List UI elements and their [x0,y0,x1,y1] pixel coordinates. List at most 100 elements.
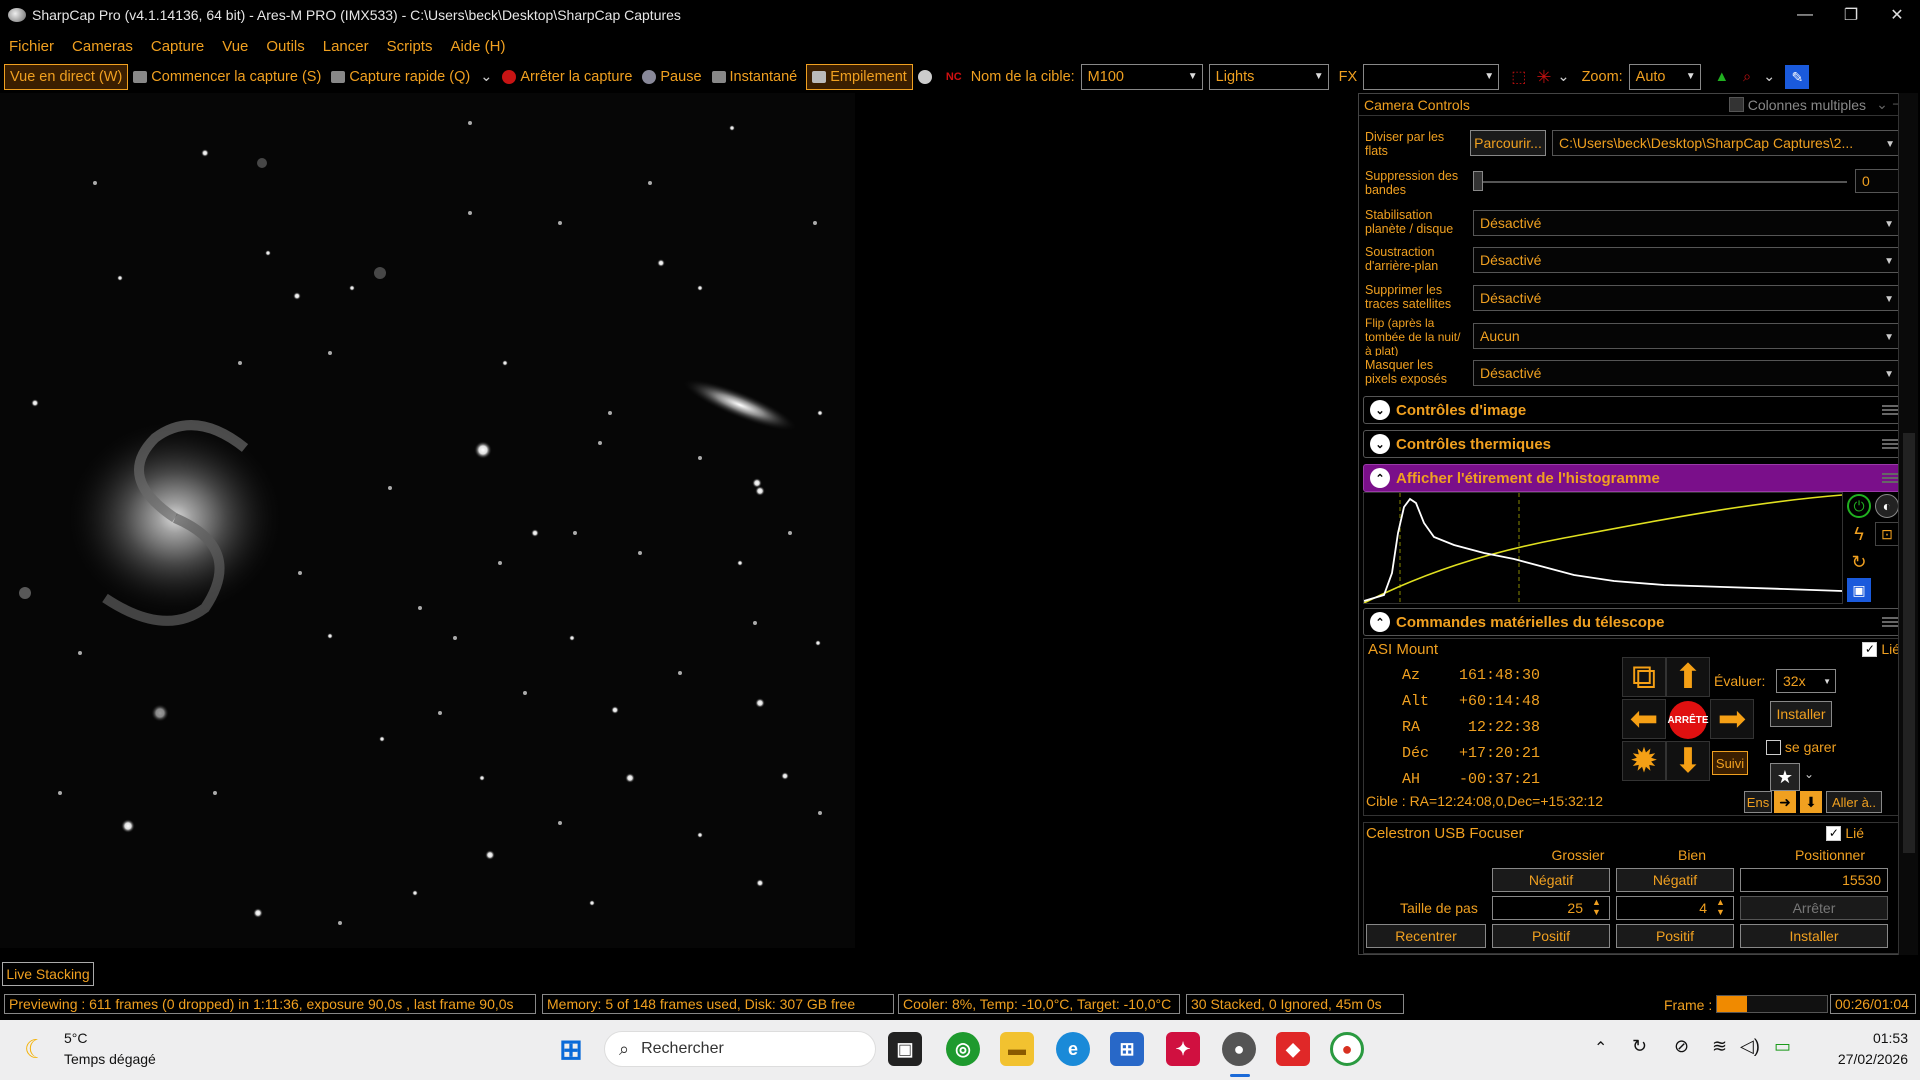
target-name-input[interactable]: M100 ▼ [1080,64,1203,90]
fine-step-spinner-icon[interactable]: ▲ ▼ [1716,897,1725,917]
reset-icon[interactable]: ↻ [1847,550,1871,574]
live-view-button[interactable]: Vue en direct (W) [4,64,129,90]
pin-icon[interactable]: ✎ [1785,65,1810,89]
menu-aide[interactable]: Aide (H) [441,38,514,55]
park-home-icon[interactable]: ⧉ [1622,657,1666,697]
clock-time[interactable]: 01:53 [1820,1030,1908,1046]
menu-icon[interactable] [1882,405,1898,415]
histogram-plot[interactable] [1363,492,1843,604]
pause-button[interactable]: Pause [637,64,706,90]
close-icon[interactable]: ✕ [1874,0,1920,30]
histogram-section[interactable]: ⌃ Afficher l'étirement de l'histogramme [1363,464,1907,492]
recenter-button[interactable]: Recentrer [1366,924,1486,948]
task-view-icon[interactable]: ▣ [888,1032,922,1066]
moon-weather-icon[interactable]: ☾ [24,1034,47,1065]
focuser-install-button[interactable]: Installer [1740,924,1888,948]
start-capture-button[interactable]: Commencer la capture (S) [128,64,326,90]
mount-linked-checkbox[interactable]: ✓ [1862,641,1878,657]
target-sun-icon[interactable]: ✹ [1622,741,1666,781]
chevron-down-icon[interactable]: ⌄ [1763,69,1775,85]
mount-install-button[interactable]: Installer [1770,701,1832,727]
arrow-down-icon[interactable]: ⬇ [1666,741,1710,781]
file-explorer-icon[interactable]: ▬ [1000,1032,1034,1066]
focuser-linked[interactable]: ✓ Lié [1826,825,1864,841]
chevron-up-icon[interactable]: ⌃ [1594,1038,1607,1058]
zoom-select[interactable]: Auto ▼ [1628,64,1701,90]
menu-icon[interactable] [1882,473,1898,483]
arrow-down-icon[interactable]: ⬇ [1800,791,1822,813]
menu-icon[interactable] [1882,617,1898,627]
menu-capture[interactable]: Capture [142,38,213,55]
app-green-icon[interactable]: ◎ [946,1032,980,1066]
planet-stabilization-select[interactable]: Désactivé ▼ [1473,210,1901,236]
edge-browser-icon[interactable]: e [1056,1032,1090,1066]
windows-start-icon[interactable]: ⊞ [554,1032,588,1066]
coarse-step-spinner-icon[interactable]: ▲ ▼ [1592,897,1601,917]
position-input[interactable]: 15530 [1740,868,1888,892]
fine-negative-button[interactable]: Négatif [1616,868,1734,892]
network-off-icon[interactable]: ⊘ [1674,1036,1689,1057]
goto-button[interactable]: Aller à.. [1826,791,1882,813]
mask-pixels-select[interactable]: Désactivé ▼ [1473,360,1901,386]
coarse-positive-button[interactable]: Positif [1492,924,1610,948]
menu-fichier[interactable]: Fichier [0,38,63,55]
fine-positive-button[interactable]: Positif [1616,924,1734,948]
focus-assist-icon[interactable]: ⌕ [1743,69,1751,85]
menu-scripts[interactable]: Scripts [378,38,442,55]
anydesk-icon[interactable]: ◆ [1276,1032,1310,1066]
mount-linked[interactable]: ✓ Lié [1862,641,1900,657]
focuser-stop-button[interactable]: Arrêter [1740,896,1888,920]
chrome-icon[interactable]: ● [1330,1032,1364,1066]
power-icon[interactable]: ⏻ [1847,494,1871,518]
lock-icon[interactable]: ⊡ [1875,522,1899,546]
weather-desc[interactable]: Temps dégagé [64,1051,156,1067]
battery-icon[interactable]: ▭ [1774,1036,1791,1057]
wifi-icon[interactable]: ≋ [1712,1036,1727,1057]
flats-path-select[interactable]: C:\Users\beck\Desktop\SharpCap Captures\… [1552,130,1902,156]
taskbar-search[interactable]: ⌕ Rechercher [604,1031,876,1067]
chevron-down-icon[interactable]: ⌄ [480,69,492,85]
arrow-right-icon[interactable]: ➡ [1710,699,1754,739]
coarse-negative-button[interactable]: Négatif [1492,868,1610,892]
sphere-button[interactable] [913,64,941,90]
stop-button[interactable]: ARRÊTE [1667,701,1709,739]
nc-button[interactable]: NC [941,64,967,90]
thermal-controls-section[interactable]: ⌄ Contrôles thermiques [1363,430,1907,458]
quick-capture-button[interactable]: Capture rapide (Q) ⌄ [326,64,497,90]
fx-select[interactable]: ▼ [1363,64,1500,90]
stacking-button[interactable]: Empilement [806,64,913,90]
multi-columns-checkbox[interactable] [1728,97,1744,112]
reticle-icon[interactable]: ⬚ [1511,67,1526,87]
menu-outils[interactable]: Outils [257,38,313,55]
live-stacking-tab[interactable]: Live Stacking [2,962,94,986]
lightning-icon[interactable]: ϟ [1847,522,1871,546]
banding-value-input[interactable]: 0 [1855,169,1901,193]
image-controls-section[interactable]: ⌄ Contrôles d'image [1363,396,1907,424]
maximize-icon[interactable]: ❐ [1828,0,1874,30]
minimize-icon[interactable]: — [1782,0,1828,30]
store-icon[interactable]: ⊞ [1110,1032,1144,1066]
ens-button[interactable]: Ens [1744,791,1772,813]
chevron-down-icon[interactable]: ⌄ [1557,69,1569,85]
background-subtraction-select[interactable]: Désactivé ▼ [1473,247,1901,273]
scrollbar-thumb[interactable] [1903,433,1915,853]
arrow-right-icon[interactable]: ➜ [1774,791,1796,813]
track-button[interactable]: Suivi [1712,751,1748,775]
menu-icon[interactable] [1882,439,1898,449]
clock-date[interactable]: 27/02/2026 [1820,1051,1908,1067]
arrow-up-icon[interactable]: ⬆ [1666,657,1710,697]
star-icon[interactable]: ★ [1770,763,1800,791]
app-red-icon[interactable]: ✦ [1166,1032,1200,1066]
park-checkbox[interactable] [1766,739,1781,755]
menu-vue[interactable]: Vue [213,38,257,55]
crosshair-icon[interactable]: ✳ [1536,67,1551,88]
flip-select[interactable]: Aucun ▼ [1473,323,1901,349]
banding-slider-track[interactable] [1475,181,1847,183]
park-toggle[interactable]: se garer [1766,739,1836,755]
weather-temp[interactable]: 5°C [64,1030,88,1046]
menu-cameras[interactable]: Cameras [63,38,142,55]
multi-columns-toggle[interactable]: Colonnes multiples⌄⊣ [1728,96,1904,113]
satellite-trails-select[interactable]: Désactivé ▼ [1473,285,1901,311]
telescope-section[interactable]: ⌃ Commandes matérielles du télescope [1363,608,1907,636]
frame-type-select[interactable]: Lights ▼ [1208,64,1329,90]
